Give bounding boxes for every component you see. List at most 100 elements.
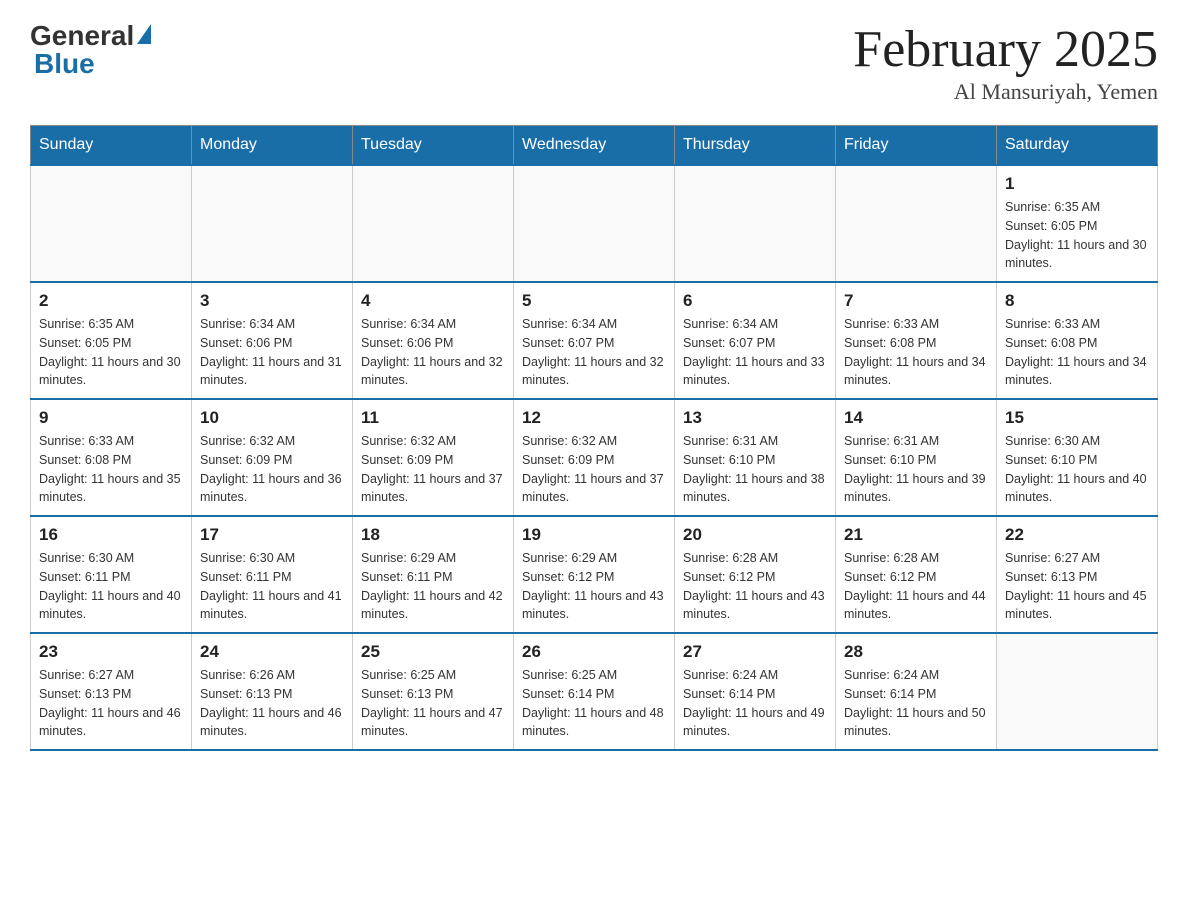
day-number: 5 [522,291,666,311]
day-info: Sunrise: 6:35 AMSunset: 6:05 PMDaylight:… [1005,198,1149,273]
calendar-header-friday: Friday [836,126,997,166]
calendar-week-3: 9 Sunrise: 6:33 AMSunset: 6:08 PMDaylight… [31,399,1158,516]
day-number: 7 [844,291,988,311]
calendar-cell [514,165,675,282]
calendar-cell: 2 Sunrise: 6:35 AMSunset: 6:05 PMDaylight… [31,282,192,399]
day-info: Sunrise: 6:34 AMSunset: 6:07 PMDaylight:… [683,315,827,390]
calendar-cell: 24 Sunrise: 6:26 AMSunset: 6:13 PMDayligh… [192,633,353,750]
day-info: Sunrise: 6:31 AMSunset: 6:10 PMDaylight:… [683,432,827,507]
logo: General Blue [30,20,151,80]
calendar-cell: 20 Sunrise: 6:28 AMSunset: 6:12 PMDayligh… [675,516,836,633]
day-info: Sunrise: 6:26 AMSunset: 6:13 PMDaylight:… [200,666,344,741]
day-number: 1 [1005,174,1149,194]
calendar-cell [836,165,997,282]
calendar-cell: 6 Sunrise: 6:34 AMSunset: 6:07 PMDaylight… [675,282,836,399]
calendar-cell: 12 Sunrise: 6:32 AMSunset: 6:09 PMDayligh… [514,399,675,516]
day-number: 26 [522,642,666,662]
page-header: General Blue February 2025 Al Mansuriyah… [30,20,1158,105]
day-number: 23 [39,642,183,662]
day-info: Sunrise: 6:24 AMSunset: 6:14 PMDaylight:… [844,666,988,741]
day-number: 10 [200,408,344,428]
day-number: 6 [683,291,827,311]
day-number: 2 [39,291,183,311]
calendar-cell [997,633,1158,750]
calendar-cell: 8Sunrise: 6:33 AMSunset: 6:08 PMDaylight… [997,282,1158,399]
calendar-week-1: 1 Sunrise: 6:35 AMSunset: 6:05 PMDaylight… [31,165,1158,282]
day-info: Sunrise: 6:24 AMSunset: 6:14 PMDaylight:… [683,666,827,741]
calendar-header-saturday: Saturday [997,126,1158,166]
calendar-header-wednesday: Wednesday [514,126,675,166]
day-number: 24 [200,642,344,662]
calendar-cell: 4 Sunrise: 6:34 AMSunset: 6:06 PMDaylight… [353,282,514,399]
calendar-cell: 22 Sunrise: 6:27 AMSunset: 6:13 PMDayligh… [997,516,1158,633]
calendar-header-row: SundayMondayTuesdayWednesdayThursdayFrid… [31,126,1158,166]
day-info: Sunrise: 6:30 AMSunset: 6:11 PMDaylight:… [39,549,183,624]
day-info: Sunrise: 6:25 AMSunset: 6:14 PMDaylight:… [522,666,666,741]
day-info: Sunrise: 6:28 AMSunset: 6:12 PMDaylight:… [844,549,988,624]
day-info: Sunrise: 6:30 AMSunset: 6:10 PMDaylight:… [1005,432,1149,507]
day-number: 8 [1005,291,1149,311]
calendar-cell: 19 Sunrise: 6:29 AMSunset: 6:12 PMDayligh… [514,516,675,633]
day-number: 28 [844,642,988,662]
day-info: Sunrise: 6:27 AMSunset: 6:13 PMDaylight:… [39,666,183,741]
month-title: February 2025 [853,20,1158,79]
calendar-header-thursday: Thursday [675,126,836,166]
calendar-cell: 23 Sunrise: 6:27 AMSunset: 6:13 PMDayligh… [31,633,192,750]
day-number: 27 [683,642,827,662]
logo-blue-text: Blue [30,48,95,80]
calendar-cell: 15 Sunrise: 6:30 AMSunset: 6:10 PMDayligh… [997,399,1158,516]
day-info: Sunrise: 6:27 AMSunset: 6:13 PMDaylight:… [1005,549,1149,624]
calendar-header-sunday: Sunday [31,126,192,166]
day-number: 15 [1005,408,1149,428]
day-number: 14 [844,408,988,428]
calendar-cell: 1 Sunrise: 6:35 AMSunset: 6:05 PMDaylight… [997,165,1158,282]
day-info: Sunrise: 6:31 AMSunset: 6:10 PMDaylight:… [844,432,988,507]
calendar-table: SundayMondayTuesdayWednesdayThursdayFrid… [30,125,1158,751]
calendar-cell: 21 Sunrise: 6:28 AMSunset: 6:12 PMDayligh… [836,516,997,633]
calendar-cell [31,165,192,282]
day-number: 4 [361,291,505,311]
calendar-cell [353,165,514,282]
calendar-week-2: 2 Sunrise: 6:35 AMSunset: 6:05 PMDaylight… [31,282,1158,399]
day-info: Sunrise: 6:29 AMSunset: 6:12 PMDaylight:… [522,549,666,624]
calendar-cell: 26 Sunrise: 6:25 AMSunset: 6:14 PMDayligh… [514,633,675,750]
calendar-cell: 17 Sunrise: 6:30 AMSunset: 6:11 PMDayligh… [192,516,353,633]
day-number: 12 [522,408,666,428]
day-number: 17 [200,525,344,545]
day-info: Sunrise: 6:32 AMSunset: 6:09 PMDaylight:… [522,432,666,507]
day-info: Sunrise: 6:34 AMSunset: 6:06 PMDaylight:… [361,315,505,390]
day-number: 25 [361,642,505,662]
day-number: 22 [1005,525,1149,545]
day-info: Sunrise: 6:29 AMSunset: 6:11 PMDaylight:… [361,549,505,624]
day-number: 19 [522,525,666,545]
calendar-cell: 27 Sunrise: 6:24 AMSunset: 6:14 PMDayligh… [675,633,836,750]
calendar-header-monday: Monday [192,126,353,166]
calendar-cell: 28 Sunrise: 6:24 AMSunset: 6:14 PMDayligh… [836,633,997,750]
calendar-cell: 3Sunrise: 6:34 AMSunset: 6:06 PMDaylight… [192,282,353,399]
day-info: Sunrise: 6:33 AMSunset: 6:08 PMDaylight:… [39,432,183,507]
day-info: Sunrise: 6:35 AMSunset: 6:05 PMDaylight:… [39,315,183,390]
calendar-cell: 10 Sunrise: 6:32 AMSunset: 6:09 PMDayligh… [192,399,353,516]
calendar-cell: 16Sunrise: 6:30 AMSunset: 6:11 PMDayligh… [31,516,192,633]
day-number: 9 [39,408,183,428]
calendar-week-5: 23 Sunrise: 6:27 AMSunset: 6:13 PMDayligh… [31,633,1158,750]
day-info: Sunrise: 6:28 AMSunset: 6:12 PMDaylight:… [683,549,827,624]
title-area: February 2025 Al Mansuriyah, Yemen [853,20,1158,105]
calendar-cell: 7Sunrise: 6:33 AMSunset: 6:08 PMDaylight… [836,282,997,399]
day-info: Sunrise: 6:30 AMSunset: 6:11 PMDaylight:… [200,549,344,624]
day-number: 21 [844,525,988,545]
day-number: 3 [200,291,344,311]
calendar-cell [192,165,353,282]
day-number: 13 [683,408,827,428]
calendar-cell: 14 Sunrise: 6:31 AMSunset: 6:10 PMDayligh… [836,399,997,516]
day-info: Sunrise: 6:34 AMSunset: 6:07 PMDaylight:… [522,315,666,390]
day-number: 20 [683,525,827,545]
calendar-cell: 11Sunrise: 6:32 AMSunset: 6:09 PMDayligh… [353,399,514,516]
calendar-cell: 5 Sunrise: 6:34 AMSunset: 6:07 PMDaylight… [514,282,675,399]
calendar-cell: 9 Sunrise: 6:33 AMSunset: 6:08 PMDaylight… [31,399,192,516]
day-number: 18 [361,525,505,545]
day-info: Sunrise: 6:25 AMSunset: 6:13 PMDaylight:… [361,666,505,741]
logo-arrow-icon [137,24,151,44]
day-info: Sunrise: 6:32 AMSunset: 6:09 PMDaylight:… [200,432,344,507]
calendar-cell: 18 Sunrise: 6:29 AMSunset: 6:11 PMDayligh… [353,516,514,633]
